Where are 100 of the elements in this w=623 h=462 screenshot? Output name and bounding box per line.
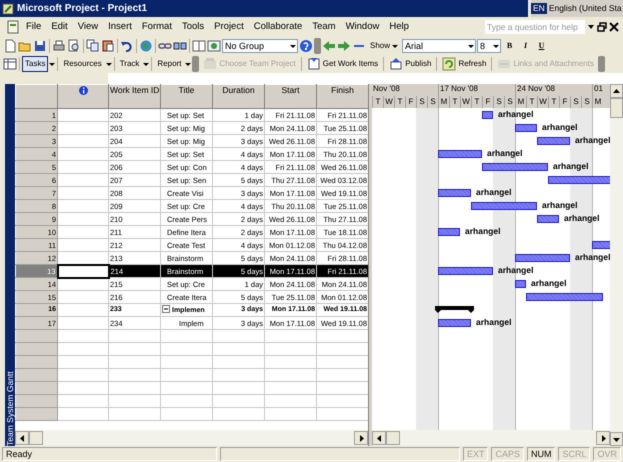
menu-item[interactable]: Help — [385, 20, 413, 34]
help-icon[interactable] — [299, 39, 313, 53]
toolbar-grip[interactable] — [598, 56, 605, 72]
print-preview-icon[interactable] — [67, 39, 81, 53]
toolbar-button[interactable]: Publish — [386, 56, 434, 72]
column-header[interactable]: Duration — [212, 84, 264, 108]
task-bar[interactable] — [438, 150, 482, 158]
task-bar[interactable] — [537, 137, 570, 145]
task-bar[interactable] — [438, 228, 460, 236]
task-bar[interactable] — [515, 254, 570, 262]
column-header[interactable]: Start — [264, 84, 316, 108]
pane-splitter[interactable] — [368, 84, 372, 446]
new-document-icon[interactable] — [3, 39, 17, 53]
entry-field[interactable] — [108, 73, 623, 84]
menu-item[interactable]: Collaborate — [250, 20, 306, 34]
globe-icon[interactable] — [139, 39, 153, 53]
caret-icon[interactable] — [392, 44, 398, 48]
menu-item[interactable]: Tools — [178, 20, 208, 34]
caret-icon[interactable] — [49, 62, 56, 66]
task-bar[interactable] — [438, 267, 493, 275]
task-bar[interactable] — [438, 319, 471, 327]
document-icon[interactable] — [6, 20, 20, 34]
font-size-dropdown[interactable]: 8 — [477, 39, 502, 53]
row-header[interactable] — [16, 408, 58, 420]
show-button[interactable]: Show — [367, 38, 402, 54]
caret-icon[interactable] — [185, 62, 192, 66]
indicators-header[interactable] — [58, 84, 108, 108]
task-bar[interactable] — [482, 163, 548, 171]
copy-icon[interactable] — [86, 39, 100, 53]
task-bar[interactable] — [537, 215, 559, 223]
chart-icon[interactable] — [207, 39, 221, 53]
caret-icon[interactable] — [290, 44, 296, 48]
toolbar-button[interactable]: Refresh — [439, 56, 490, 72]
italic-button[interactable]: I — [518, 38, 534, 54]
toolbar-grip[interactable] — [192, 56, 200, 72]
menu-item[interactable]: View — [74, 20, 102, 34]
notes-icon[interactable] — [192, 39, 206, 53]
toolbar-icon[interactable] — [389, 57, 404, 71]
column-header[interactable]: Work Item ID — [108, 84, 160, 108]
menu-item[interactable]: Team — [308, 20, 340, 34]
save-icon[interactable] — [33, 39, 47, 53]
toolbar-icon[interactable] — [306, 57, 321, 71]
language-bar[interactable]: EN English (United Sta — [531, 0, 623, 17]
down-arrow-icon[interactable] — [613, 436, 620, 442]
task-bar[interactable] — [438, 189, 471, 197]
restore-icon[interactable] — [597, 22, 607, 32]
row-header[interactable] — [16, 394, 58, 408]
corner-header[interactable] — [16, 84, 58, 108]
column-header[interactable]: Finish — [316, 84, 368, 108]
caret-icon[interactable] — [493, 44, 500, 48]
underline-button[interactable]: U — [534, 38, 550, 54]
scrollbar-thumb[interactable] — [386, 431, 400, 445]
caret-icon[interactable] — [143, 62, 150, 66]
vertical-scrollbar[interactable] — [610, 84, 623, 446]
task-bar[interactable] — [515, 280, 526, 288]
row-header[interactable] — [16, 368, 58, 382]
task-bar[interactable] — [515, 124, 537, 132]
toolbar-button[interactable]: Get Work Items — [304, 56, 382, 72]
row-header[interactable] — [16, 382, 58, 394]
menu-item[interactable]: Format — [138, 20, 176, 34]
task-bar[interactable] — [548, 176, 610, 184]
view-menu-button[interactable]: Track — [116, 56, 142, 72]
menu-item[interactable]: Project — [210, 20, 248, 34]
caret-icon[interactable] — [106, 62, 112, 66]
view-menu-button[interactable]: Report — [154, 56, 184, 72]
task-bar[interactable] — [526, 293, 603, 301]
row-header[interactable] — [16, 356, 58, 368]
close-icon[interactable] — [609, 22, 619, 32]
right-arrow-icon[interactable] — [600, 434, 606, 442]
menu-item[interactable]: File — [22, 20, 46, 34]
group-dropdown[interactable]: No Group — [222, 39, 298, 53]
task-bar[interactable] — [471, 202, 537, 210]
help-search-field[interactable]: Type a question for help — [485, 20, 585, 34]
scrollbar-thumb[interactable] — [610, 98, 623, 118]
horizontal-scrollbar[interactable] — [372, 430, 610, 446]
collapse-icon[interactable] — [162, 304, 170, 313]
undo-icon[interactable] — [120, 39, 134, 53]
menu-item[interactable]: Window — [342, 20, 384, 34]
bold-button[interactable]: B — [502, 38, 518, 54]
view-menu-button[interactable]: Tasks — [22, 56, 48, 72]
left-arrow-icon[interactable] — [376, 434, 382, 442]
scrollbar-thumb[interactable] — [29, 431, 43, 445]
indent-icon[interactable] — [337, 39, 351, 53]
view-bar-label[interactable]: Team System Gantt — [5, 84, 15, 446]
row-header[interactable] — [16, 342, 58, 356]
right-arrow-icon[interactable] — [358, 434, 364, 442]
print-icon[interactable] — [52, 39, 66, 53]
row-header[interactable] — [16, 330, 58, 342]
view-menu-button[interactable]: Resources — [60, 56, 105, 72]
outdent-icon[interactable] — [322, 39, 336, 53]
caret-icon[interactable] — [468, 44, 474, 48]
font-dropdown[interactable]: Arial — [402, 39, 476, 53]
paste-icon[interactable] — [101, 39, 115, 53]
task-bar[interactable] — [482, 111, 493, 119]
toolbar-grip[interactable] — [314, 38, 321, 54]
toolbar-icon[interactable] — [442, 57, 456, 71]
menu-item[interactable]: Edit — [47, 20, 72, 34]
left-arrow-icon[interactable] — [20, 434, 24, 442]
caret-icon[interactable] — [587, 23, 595, 31]
up-arrow-icon[interactable] — [613, 88, 620, 94]
